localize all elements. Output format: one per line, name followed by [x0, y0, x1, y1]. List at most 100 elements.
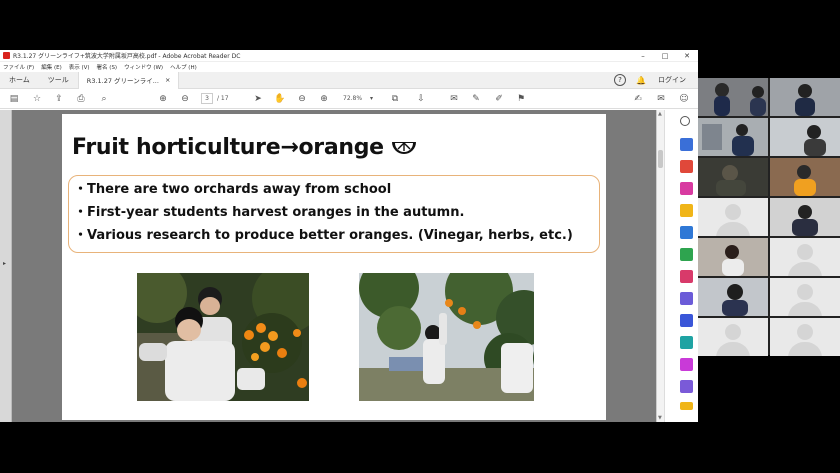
user-avatar-icon	[725, 204, 741, 220]
page-number-input[interactable]: 3	[201, 93, 213, 104]
acrobat-window: R3.1.27 グリーンライフ+筑波大学附属坂戸高校.pdf - Adobe A…	[0, 50, 698, 422]
scroll-down-icon[interactable]: ▼	[658, 415, 662, 421]
upload-cloud-icon[interactable]: ⇪	[52, 92, 66, 106]
prepare-form-icon[interactable]	[680, 358, 693, 371]
send-signature-icon[interactable]	[680, 292, 693, 305]
fill-sign-tool-icon[interactable]	[680, 270, 693, 283]
bullet-item: ・There are two orchards away from school	[74, 182, 392, 197]
participant-video[interactable]	[770, 78, 840, 116]
participant-video[interactable]	[770, 198, 840, 236]
more-tools-icon[interactable]	[680, 402, 693, 410]
tab-bar: ホーム ツール R3.1.27 グリーンライ... × ? 🔔 ログイン	[0, 71, 698, 89]
participant-video[interactable]	[698, 78, 768, 116]
left-panel-handle[interactable]: ▸	[0, 110, 12, 422]
menu-help[interactable]: ヘルプ (H)	[170, 63, 197, 71]
tools-pane	[664, 110, 698, 422]
menu-edit[interactable]: 編集 (E)	[41, 63, 62, 71]
email-icon[interactable]: ✉	[654, 92, 668, 106]
find-magnifier-icon[interactable]: ⌕	[97, 92, 111, 106]
print-icon[interactable]: ⎙	[74, 92, 88, 106]
pdf-page: Fruit horticulture→orange ・There are two…	[62, 114, 606, 420]
comment-tool-icon[interactable]	[680, 204, 693, 217]
menu-view[interactable]: 表示 (V)	[69, 63, 90, 71]
close-button[interactable]: ✕	[676, 52, 698, 60]
menu-bar: ファイル (F) 編集 (E) 表示 (V) 署名 (S) ウィンドウ (W) …	[0, 62, 698, 72]
user-avatar-icon	[797, 284, 813, 300]
scroll-up-icon[interactable]: ▲	[658, 111, 662, 117]
stamp-icon[interactable]: ⚑	[514, 92, 528, 106]
page-total: / 17	[217, 95, 229, 102]
bookmark-star-icon[interactable]: ☆	[30, 92, 44, 106]
fill-sign-icon[interactable]: ✍	[631, 92, 645, 106]
page-fit-icon[interactable]: ⧉	[388, 92, 402, 106]
window-title: R3.1.27 グリーンライフ+筑波大学附属坂戸高校.pdf - Adobe A…	[13, 53, 241, 60]
zoom-level: 72.8%	[343, 95, 363, 102]
participant-avatar[interactable]	[770, 278, 840, 316]
zoom-in-icon[interactable]: ⊕	[317, 92, 331, 106]
zoom-level-dropdown[interactable]: 72.8% ▾	[340, 93, 376, 104]
tab-close-icon[interactable]: ×	[165, 76, 170, 84]
video-gallery	[698, 78, 840, 356]
bell-icon[interactable]: 🔔	[636, 76, 646, 85]
acrobat-app-icon	[3, 52, 10, 59]
previous-page-icon[interactable]: ⊕	[156, 92, 170, 106]
login-button[interactable]: ログイン	[658, 75, 686, 85]
scrollbar-thumb[interactable]	[658, 150, 663, 168]
create-pdf-icon[interactable]: ▤	[7, 92, 21, 106]
help-icon[interactable]: ?	[614, 74, 627, 86]
orange-slice-icon	[392, 142, 417, 154]
document-area: ▸ Fruit horticulture→orange ・There are t…	[0, 110, 698, 422]
combine-files-icon[interactable]	[680, 226, 693, 239]
chevron-down-icon: ▾	[369, 95, 373, 102]
menu-sign[interactable]: 署名 (S)	[97, 63, 118, 71]
share-user-icon[interactable]: ☺	[677, 92, 691, 106]
scan-ocr-icon[interactable]	[680, 336, 693, 349]
expand-left-icon[interactable]: ▸	[3, 260, 6, 267]
photo-students-harvesting	[137, 273, 309, 401]
participant-video[interactable]	[770, 158, 840, 196]
participant-video[interactable]	[698, 238, 768, 276]
slide-title-text: Fruit horticulture→orange	[72, 135, 384, 160]
vertical-scrollbar[interactable]: ▲ ▼	[656, 110, 664, 422]
minimize-button[interactable]: –	[632, 52, 654, 60]
user-avatar-icon	[797, 244, 813, 260]
participant-video[interactable]	[698, 158, 768, 196]
scroll-mode-icon[interactable]: ⇩	[414, 92, 428, 106]
tab-tools[interactable]: ツール	[39, 72, 78, 89]
zoom-out-icon[interactable]: ⊖	[295, 92, 309, 106]
protect-icon[interactable]	[680, 314, 693, 327]
participant-video[interactable]	[698, 118, 768, 156]
bullet-box: ・There are two orchards away from school…	[68, 175, 600, 253]
hand-tool-icon[interactable]: ✋	[273, 92, 287, 106]
search-icon[interactable]	[680, 116, 690, 126]
user-avatar-icon	[797, 324, 813, 340]
participant-avatar[interactable]	[698, 198, 768, 236]
screen: R3.1.27 グリーンライフ+筑波大学附属坂戸高校.pdf - Adobe A…	[0, 0, 840, 473]
edit-pdf-icon[interactable]	[680, 182, 693, 195]
draw-icon[interactable]: ✐	[492, 92, 506, 106]
tab-document[interactable]: R3.1.27 グリーンライ... ×	[77, 71, 180, 89]
measure-icon[interactable]	[680, 380, 693, 393]
bullet-item: ・Various research to produce better oran…	[74, 228, 573, 243]
bullet-item: ・First-year students harvest oranges in …	[74, 205, 465, 220]
menu-window[interactable]: ウィンドウ (W)	[124, 63, 163, 71]
toolbar: ▤ ☆ ⇪ ⎙ ⌕ ⊕ ⊖ 3 / 17 ➤ ✋ ⊖ ⊕ 72.8% ▾ ⧉ ⇩…	[0, 89, 698, 109]
comment-icon[interactable]: ✉	[447, 92, 461, 106]
participant-avatar[interactable]	[698, 318, 768, 356]
participant-avatar[interactable]	[770, 318, 840, 356]
highlight-pen-icon[interactable]: ✎	[469, 92, 483, 106]
participant-video[interactable]	[770, 118, 840, 156]
title-bar: R3.1.27 グリーンライフ+筑波大学附属坂戸高校.pdf - Adobe A…	[0, 50, 698, 62]
next-page-icon[interactable]: ⊖	[178, 92, 192, 106]
organize-pages-icon[interactable]	[680, 248, 693, 261]
select-cursor-icon[interactable]: ➤	[251, 92, 265, 106]
participant-video[interactable]	[698, 278, 768, 316]
create-pdf-icon[interactable]	[680, 160, 693, 173]
tab-document-label: R3.1.27 グリーンライ...	[86, 77, 159, 85]
maximize-button[interactable]: □	[654, 52, 676, 60]
export-pdf-icon[interactable]	[680, 138, 693, 151]
menu-file[interactable]: ファイル (F)	[3, 63, 34, 71]
participant-avatar[interactable]	[770, 238, 840, 276]
tab-home[interactable]: ホーム	[0, 72, 39, 89]
photo-student-picking-orange	[359, 273, 534, 401]
